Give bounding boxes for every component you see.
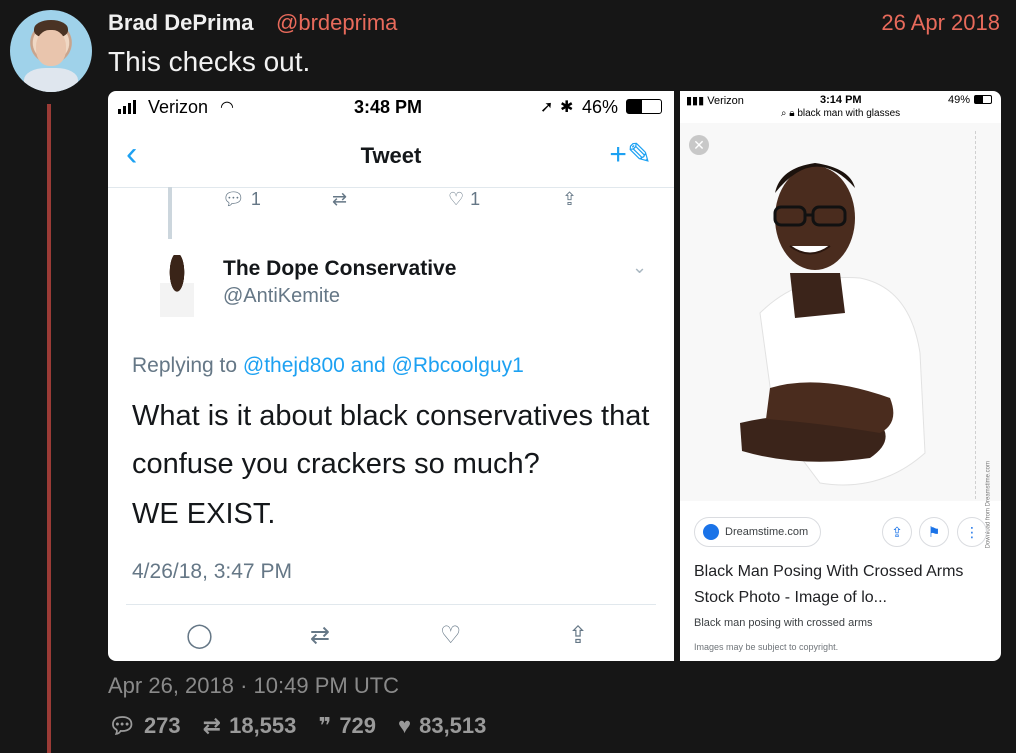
- status-time: 3:48 PM: [354, 97, 423, 117]
- tweet-text: This checks out.: [108, 46, 311, 77]
- address-bar[interactable]: ⌕ 🔒︎ black man with glasses: [680, 108, 1001, 119]
- retweet-action[interactable]: ⇄: [332, 189, 347, 210]
- source-label: Dreamstime.com: [725, 526, 809, 538]
- heart-icon: ♥: [398, 713, 412, 738]
- author-name[interactable]: Brad DePrima: [108, 10, 254, 36]
- tweet-timestamp[interactable]: Apr 26, 2018 · 10:49 PM UTC: [108, 673, 399, 699]
- share-icon: ⇪: [562, 189, 578, 209]
- quoted-tweet-body-2: WE EXIST.: [132, 498, 276, 530]
- dope-author-name[interactable]: The Dope Conservative: [223, 257, 456, 281]
- reply-icon[interactable]: ◯: [186, 621, 213, 650]
- like-action[interactable]: ♡ 1: [448, 189, 480, 210]
- retweet-icon[interactable]: ⇄: [310, 621, 330, 650]
- copyright-note: Images may be subject to copyright.: [694, 642, 839, 652]
- retweets-stat[interactable]: ⇄ 18,553: [203, 713, 297, 739]
- dope-author-handle[interactable]: @AntiKemite: [223, 285, 340, 308]
- quote-icon: ❞: [318, 713, 332, 738]
- author-avatar[interactable]: [10, 10, 92, 92]
- signal-icon: [118, 100, 136, 114]
- comment-icon: 💬︎: [108, 713, 136, 738]
- like-count: 1: [470, 189, 481, 209]
- heart-icon[interactable]: ♡: [440, 621, 462, 650]
- battery-label: 49%: [948, 94, 971, 106]
- search-icon: ⌕ 🔒︎: [780, 108, 798, 119]
- screenshot-image-search[interactable]: ▮▮▮ Verizon 3:14 PM 49% ⌕ 🔒︎ black man w…: [680, 91, 1001, 661]
- thread-line: [47, 104, 51, 753]
- source-chip[interactable]: Dreamstime.com: [694, 517, 822, 547]
- retweets-count: 18,553: [229, 713, 297, 738]
- tweet-date-link[interactable]: 26 Apr 2018: [881, 10, 1000, 36]
- carrier-label: Verizon: [148, 97, 209, 117]
- result-subtitle: Black man posing with crossed arms: [694, 617, 873, 629]
- battery-icon: [974, 95, 992, 104]
- nav-title: Tweet: [360, 143, 422, 168]
- likes-stat[interactable]: ♥ 83,513: [398, 713, 486, 739]
- reply-thread-line: [168, 187, 172, 239]
- likes-count: 83,513: [419, 713, 487, 738]
- screenshot-tweet[interactable]: Verizon ◠ 3:48 PM ➚ ✱ 46% ‹ Tweet +✎ 💬︎ …: [108, 91, 674, 661]
- quoted-tweet-body: What is it about black conservatives tha…: [132, 400, 650, 480]
- bluetooth-icon: ✱: [560, 99, 574, 116]
- result-title[interactable]: Black Man Posing With Crossed Arms Stock…: [694, 559, 990, 611]
- heart-icon: ♡: [448, 189, 465, 209]
- compose-icon[interactable]: +✎: [609, 137, 652, 172]
- mention-and: and: [350, 354, 386, 377]
- mention-link[interactable]: @thejd800: [243, 354, 345, 377]
- battery-label: 46%: [582, 97, 619, 117]
- globe-icon: [703, 524, 719, 540]
- status-time: 3:14 PM: [820, 94, 862, 106]
- carrier-label: ▮▮▮ Verizon: [686, 95, 744, 107]
- replying-to: Replying to @thejd800 and @Rbcoolguy1: [132, 354, 524, 378]
- reply-icon: 💬︎: [222, 189, 245, 209]
- replies-stat[interactable]: 💬︎ 273: [108, 713, 181, 739]
- watermark-strip: Download from Dreamstime.com: [975, 131, 995, 548]
- bottom-divider: [126, 604, 656, 605]
- more-icon[interactable]: ⋮: [957, 517, 987, 547]
- search-query: black man with glasses: [797, 108, 901, 119]
- share-action[interactable]: ⇪: [562, 189, 577, 210]
- wifi-icon: ◠: [220, 99, 234, 116]
- reply-action[interactable]: 💬︎ 1: [222, 189, 261, 210]
- share-icon[interactable]: ⇪: [882, 517, 912, 547]
- avatar-shirt: [24, 68, 78, 92]
- nav-divider: [108, 187, 674, 188]
- signal-icon: ▮▮▮: [686, 95, 708, 107]
- location-icon: ➚: [540, 99, 554, 116]
- bookmark-icon[interactable]: ⚑: [919, 517, 949, 547]
- mention-link[interactable]: @Rbcoolguy1: [392, 354, 524, 377]
- dope-avatar[interactable]: [160, 255, 194, 317]
- replying-prefix: Replying to: [132, 354, 238, 377]
- reply-count: 1: [250, 189, 261, 209]
- quotes-count: 729: [339, 713, 377, 738]
- stock-photo[interactable]: [680, 123, 1001, 501]
- author-handle[interactable]: @brdeprima: [276, 10, 397, 36]
- tweet-stats: 💬︎ 273 ⇄ 18,553 ❞ 729 ♥ 83,513: [108, 713, 486, 739]
- battery-icon: [626, 99, 662, 114]
- close-icon[interactable]: ✕: [689, 135, 709, 155]
- quoted-tweet-date: 4/26/18, 3:47 PM: [132, 560, 292, 583]
- retweet-icon: ⇄: [202, 713, 222, 738]
- chevron-down-icon[interactable]: ⌄: [632, 257, 647, 278]
- replies-count: 273: [143, 713, 181, 738]
- share-icon[interactable]: ⇪: [568, 621, 588, 650]
- avatar-face: [36, 30, 66, 66]
- stock-photo-illustration: [680, 123, 1001, 501]
- retweet-icon: ⇄: [332, 189, 348, 209]
- quotes-stat[interactable]: ❞ 729: [318, 713, 376, 739]
